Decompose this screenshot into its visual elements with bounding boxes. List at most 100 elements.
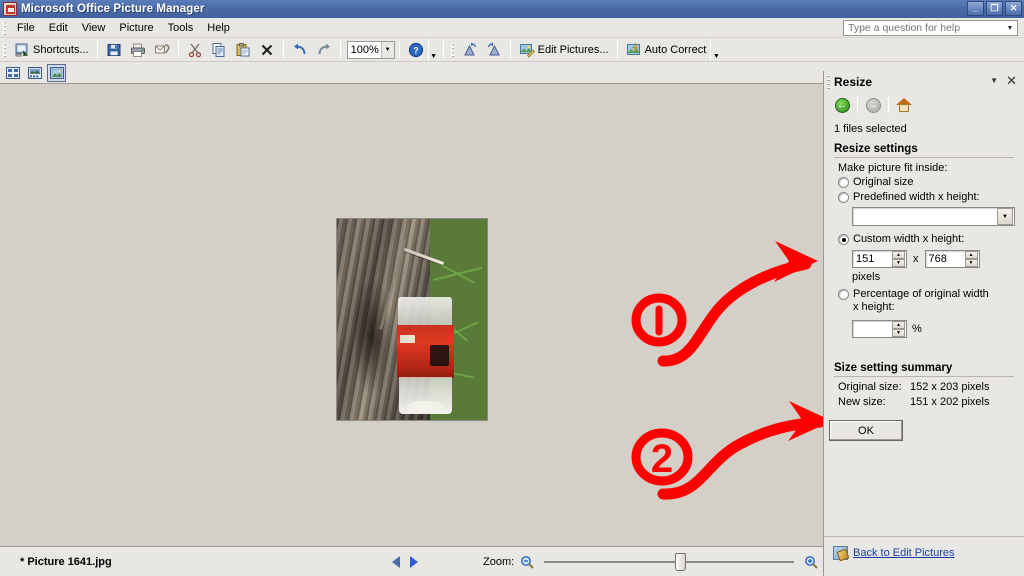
stepper-up-icon[interactable]: ▲ bbox=[892, 321, 905, 329]
paste-button[interactable] bbox=[231, 39, 255, 60]
auto-correct-icon bbox=[626, 42, 642, 58]
save-button[interactable] bbox=[102, 39, 126, 60]
toolbar-grip-2[interactable] bbox=[450, 42, 454, 57]
rotate-right-button[interactable] bbox=[482, 39, 506, 60]
previous-arrow-icon[interactable] bbox=[392, 555, 400, 568]
toolbar-separator bbox=[442, 41, 444, 58]
toolbar-separator bbox=[509, 41, 511, 58]
percentage-spinner[interactable]: ▲ ▼ bbox=[852, 320, 907, 338]
custom-width-spinner[interactable]: 151 ▲ ▼ bbox=[852, 250, 907, 268]
help-search-input[interactable] bbox=[844, 21, 1003, 35]
zoom-in-icon[interactable] bbox=[804, 555, 818, 569]
zoom-slider-thumb[interactable] bbox=[675, 552, 687, 571]
original-size-value: 152 x 203 pixels bbox=[910, 381, 990, 393]
custom-width-stepper[interactable]: ▲ ▼ bbox=[892, 251, 905, 267]
stepper-down-icon[interactable]: ▼ bbox=[892, 329, 905, 337]
cut-button[interactable] bbox=[183, 39, 207, 60]
task-pane-grip[interactable] bbox=[827, 75, 830, 89]
percentage-option[interactable]: Percentage of original width x height: bbox=[838, 288, 1024, 314]
original-size-radio[interactable] bbox=[838, 177, 849, 188]
stepper-up-icon[interactable]: ▲ bbox=[964, 251, 978, 259]
custom-height-value: 768 bbox=[928, 253, 947, 265]
redo-button[interactable] bbox=[312, 39, 336, 60]
custom-size-radio[interactable] bbox=[838, 234, 849, 245]
help-search-box[interactable]: ▼ bbox=[843, 20, 1018, 36]
chevron-down-icon[interactable]: ▼ bbox=[1003, 21, 1017, 35]
auto-correct-button[interactable]: Auto Correct bbox=[622, 39, 711, 60]
delete-button[interactable] bbox=[255, 39, 279, 60]
menu-view[interactable]: View bbox=[75, 20, 113, 36]
edit-pictures-button[interactable]: Edit Pictures... bbox=[515, 39, 613, 60]
task-pane-header: Resize ▼ ✕ bbox=[824, 71, 1024, 93]
stepper-down-icon[interactable]: ▼ bbox=[964, 259, 978, 267]
single-picture-view-button[interactable] bbox=[47, 63, 66, 82]
shortcuts-icon bbox=[14, 42, 30, 58]
undo-icon bbox=[292, 42, 308, 58]
stepper-up-icon[interactable]: ▲ bbox=[892, 251, 905, 259]
task-pane-home-button[interactable] bbox=[893, 95, 915, 116]
email-button[interactable] bbox=[150, 39, 174, 60]
new-size-summary: New size: 151 x 202 pixels bbox=[838, 396, 1024, 408]
undo-button[interactable] bbox=[288, 39, 312, 60]
nav-divider bbox=[857, 97, 858, 113]
help-button[interactable]: ? bbox=[404, 39, 428, 60]
thumbnail-view-button[interactable] bbox=[3, 64, 22, 82]
custom-size-option[interactable]: Custom width x height: bbox=[838, 233, 1024, 246]
menu-edit[interactable]: Edit bbox=[42, 20, 75, 36]
chevron-down-icon[interactable]: ▼ bbox=[380, 41, 394, 58]
shortcuts-button[interactable]: Shortcuts... bbox=[10, 39, 93, 60]
restore-button[interactable]: ❐ bbox=[986, 1, 1003, 16]
edit-pictures-icon bbox=[833, 546, 848, 560]
task-pane-forward-button[interactable]: → bbox=[862, 95, 884, 116]
predefined-size-label: Predefined width x height: bbox=[853, 191, 980, 203]
rotate-left-button[interactable] bbox=[458, 39, 482, 60]
files-selected-label: 1 files selected bbox=[834, 123, 907, 135]
zoom-out-icon[interactable] bbox=[520, 555, 534, 569]
filmstrip-view-button[interactable] bbox=[25, 64, 44, 82]
paste-icon bbox=[235, 42, 251, 58]
selected-picture[interactable] bbox=[336, 218, 488, 421]
predefined-size-radio[interactable] bbox=[838, 192, 849, 203]
print-button[interactable] bbox=[126, 39, 150, 60]
stepper-down-icon[interactable]: ▼ bbox=[892, 259, 905, 267]
menu-help[interactable]: Help bbox=[200, 20, 237, 36]
toolbar-overflow-button-2[interactable]: ▼ bbox=[710, 38, 722, 61]
toolbar-overflow-button[interactable]: ▼ bbox=[427, 38, 439, 61]
percent-symbol: % bbox=[912, 323, 922, 335]
toolbar-separator bbox=[177, 41, 179, 58]
filmstrip-view-icon bbox=[27, 66, 42, 79]
menu-picture[interactable]: Picture bbox=[112, 20, 160, 36]
back-to-edit-pictures-link[interactable]: Back to Edit Pictures bbox=[833, 546, 1024, 560]
zoom-slider-track[interactable] bbox=[544, 552, 795, 571]
auto-correct-label: Auto Correct bbox=[644, 43, 707, 56]
chevron-down-icon[interactable]: ▼ bbox=[997, 208, 1013, 225]
thumbnail-view-icon bbox=[5, 66, 20, 79]
resize-task-pane: Resize ▼ ✕ ← → 1 files selected Resize s… bbox=[823, 71, 1024, 576]
original-size-option[interactable]: Original size bbox=[838, 176, 1024, 189]
menu-file[interactable]: File bbox=[10, 20, 42, 36]
ok-button[interactable]: OK bbox=[829, 420, 903, 441]
save-icon bbox=[106, 42, 122, 58]
minimize-button[interactable]: _ bbox=[967, 1, 984, 16]
task-pane-back-button[interactable]: ← bbox=[831, 95, 853, 116]
toolbar-separator bbox=[398, 41, 400, 58]
percentage-stepper[interactable]: ▲ ▼ bbox=[892, 321, 905, 337]
custom-height-spinner[interactable]: 768 ▲ ▼ bbox=[924, 250, 980, 268]
chevron-down-icon[interactable]: ▼ bbox=[990, 76, 998, 85]
percentage-radio[interactable] bbox=[838, 289, 849, 300]
zoom-level-combo[interactable]: 100% ▼ bbox=[346, 40, 395, 59]
custom-height-stepper[interactable]: ▲ ▼ bbox=[964, 251, 978, 267]
close-button[interactable]: ✕ bbox=[1005, 1, 1022, 16]
next-arrow-icon[interactable] bbox=[410, 555, 418, 568]
menu-grip[interactable] bbox=[3, 20, 6, 35]
close-icon[interactable]: ✕ bbox=[1006, 73, 1017, 89]
toolbar-grip[interactable] bbox=[3, 42, 6, 57]
menu-tools[interactable]: Tools bbox=[161, 20, 201, 36]
custom-size-label: Custom width x height: bbox=[853, 233, 965, 245]
predefined-size-combo[interactable]: ▼ bbox=[852, 207, 1015, 226]
image-canvas[interactable] bbox=[0, 85, 823, 546]
copy-button[interactable] bbox=[207, 39, 231, 60]
rotate-right-icon bbox=[486, 42, 502, 58]
predefined-size-option[interactable]: Predefined width x height: bbox=[838, 191, 1024, 204]
redo-icon bbox=[316, 42, 332, 58]
